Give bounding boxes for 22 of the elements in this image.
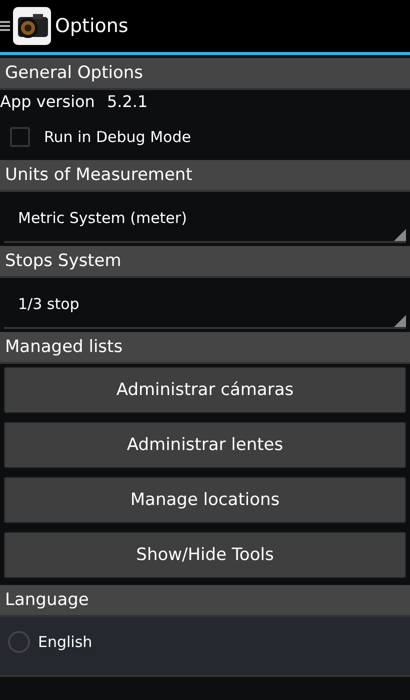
section-header: Units of Measurement — [0, 160, 410, 192]
section-header: General Options — [0, 58, 410, 90]
radio-button[interactable] — [8, 631, 30, 653]
dropdown[interactable]: 1/3 stop — [4, 278, 406, 329]
camera-icon[interactable] — [13, 7, 51, 45]
menu-icon[interactable] — [0, 18, 10, 34]
checkbox[interactable] — [10, 127, 30, 147]
dropdown-corner-icon — [394, 229, 406, 241]
radio-label: English — [38, 633, 92, 651]
screen-title: Options — [55, 15, 128, 37]
section-header: Stops System — [0, 246, 410, 278]
version-label: App version — [0, 92, 95, 111]
list-button[interactable]: Show/Hide Tools — [4, 532, 406, 578]
checkbox-label: Run in Debug Mode — [44, 128, 191, 146]
dropdown-corner-icon — [394, 315, 406, 327]
section-header: Language — [0, 585, 410, 617]
list-button[interactable]: Manage locations — [4, 477, 406, 523]
dropdown[interactable]: Metric System (meter) — [4, 192, 406, 243]
list-button[interactable]: Administrar lentes — [4, 422, 406, 468]
version-value: 5.2.1 — [106, 92, 148, 111]
list-button[interactable]: Administrar cámaras — [4, 367, 406, 413]
section-header: Managed lists — [0, 332, 410, 364]
